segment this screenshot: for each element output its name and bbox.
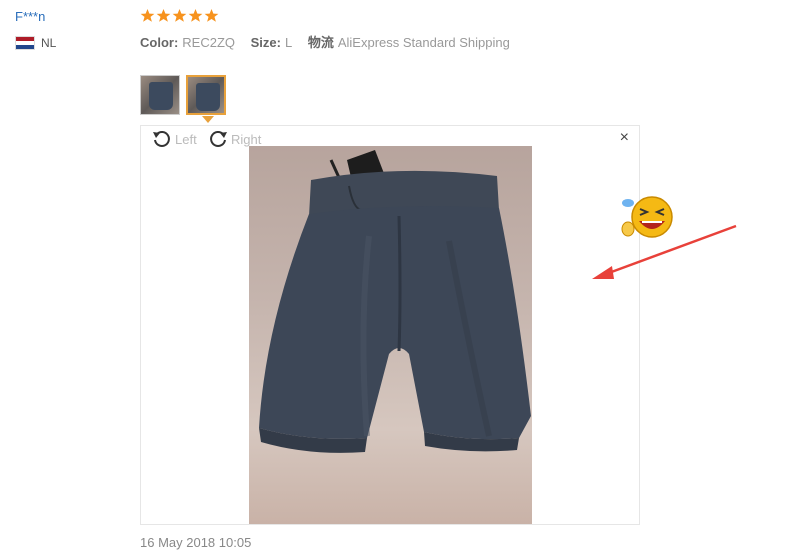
active-thumbnail-caret xyxy=(202,116,214,123)
size-key: Size: xyxy=(250,35,281,50)
rotate-left-button[interactable]: Left xyxy=(151,128,197,150)
photo-thumbnail-2[interactable] xyxy=(186,75,226,115)
star-icon xyxy=(172,8,187,22)
star-icon xyxy=(140,8,155,22)
star-icon xyxy=(156,8,171,22)
shipping-key: 物流 xyxy=(307,35,334,50)
color-key: Color: xyxy=(140,35,179,50)
rotate-right-icon xyxy=(210,131,227,147)
color-value: REC2ZQ xyxy=(182,35,236,50)
annotation-arrow xyxy=(592,224,737,279)
photo-thumbnails xyxy=(140,75,226,115)
shorts-image xyxy=(259,150,531,453)
rotate-right-label: Right xyxy=(231,131,262,147)
star-rating xyxy=(140,8,219,23)
photo-viewer: Left Right × xyxy=(140,125,640,525)
reviewer-name[interactable]: F***n xyxy=(15,9,45,24)
rotate-left-label: Left xyxy=(175,131,197,147)
country-code: NL xyxy=(41,36,57,50)
review-photo xyxy=(249,146,532,524)
size-value: L xyxy=(284,35,293,50)
star-icon xyxy=(204,8,219,22)
close-icon[interactable]: × xyxy=(620,130,629,146)
reviewer-country: NL xyxy=(15,36,56,50)
netherlands-flag-icon xyxy=(15,36,35,50)
photo-thumbnail-1[interactable] xyxy=(140,75,180,115)
review-timestamp: 16 May 2018 10:05 xyxy=(140,535,252,550)
star-icon xyxy=(188,8,203,22)
review-attributes: Color: REC2ZQ Size: L 物流 AliExpress Standar… xyxy=(140,32,522,51)
rotate-left-icon xyxy=(153,131,170,147)
shipping-value: AliExpress Standard Shipping xyxy=(337,35,510,50)
